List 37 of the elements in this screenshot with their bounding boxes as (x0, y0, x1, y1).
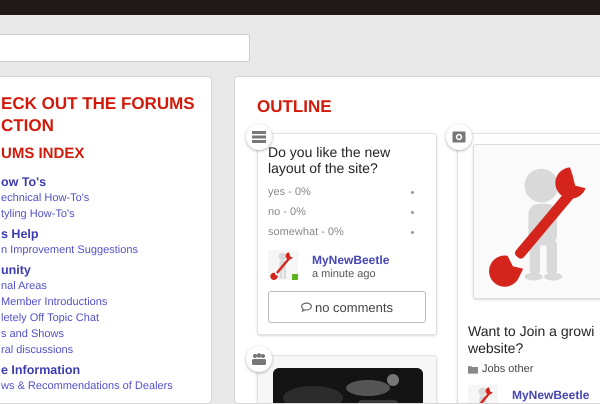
author-link[interactable]: MyNewBeetle (312, 253, 390, 267)
poll-option[interactable]: no - 0% (268, 206, 306, 218)
post-title[interactable]: Want to Join a growi (468, 323, 600, 340)
forum-link[interactable]: ws & Recommendations of Dealers (1, 378, 211, 394)
forum-link[interactable]: nal Areas (1, 278, 211, 294)
section-title: ECK OUT THE FORUMS (1, 93, 196, 115)
list-icon (252, 131, 266, 143)
poll-question: Do you like the new layout of the site? (268, 144, 392, 176)
post-time: a minute ago (312, 267, 377, 281)
forum-link[interactable]: Member Introductions (1, 294, 211, 310)
poll-option[interactable]: yes - 0% (268, 186, 311, 198)
forum-link[interactable]: ral discussions (1, 342, 211, 358)
forum-category-link[interactable]: s Help (1, 226, 211, 242)
index-heading: UMS INDEX (1, 145, 86, 162)
forum-link[interactable]: s and Shows (1, 326, 211, 342)
image-icon (452, 131, 466, 143)
option-dot (411, 190, 414, 194)
forum-link[interactable]: n Improvement Suggestions (1, 242, 211, 258)
people-icon (252, 353, 266, 365)
option-dot (411, 230, 414, 234)
folder-icon (468, 364, 478, 374)
outline-heading: OUTLINE (257, 97, 333, 117)
post-title[interactable]: website? (468, 340, 600, 357)
option-dot (411, 210, 414, 214)
section-title: CTION (1, 115, 55, 137)
forum-category-link[interactable]: ow To's (1, 174, 211, 190)
comments-button[interactable]: no comments (268, 291, 426, 323)
forum-link[interactable]: tyling How-To's (1, 206, 211, 222)
forum-link[interactable]: letely Off Topic Chat (1, 310, 211, 326)
author-link[interactable]: MyNewBeetle (512, 388, 590, 402)
post-category[interactable]: Jobs other (482, 363, 534, 375)
forum-category-link[interactable]: e Information (1, 362, 211, 378)
forum-link[interactable]: echnical How-To's (1, 190, 211, 206)
comment-icon (300, 302, 312, 312)
poll-option[interactable]: somewhat - 0% (268, 226, 344, 238)
search-field[interactable] (0, 34, 250, 62)
forum-category-link[interactable]: unity (1, 262, 211, 278)
